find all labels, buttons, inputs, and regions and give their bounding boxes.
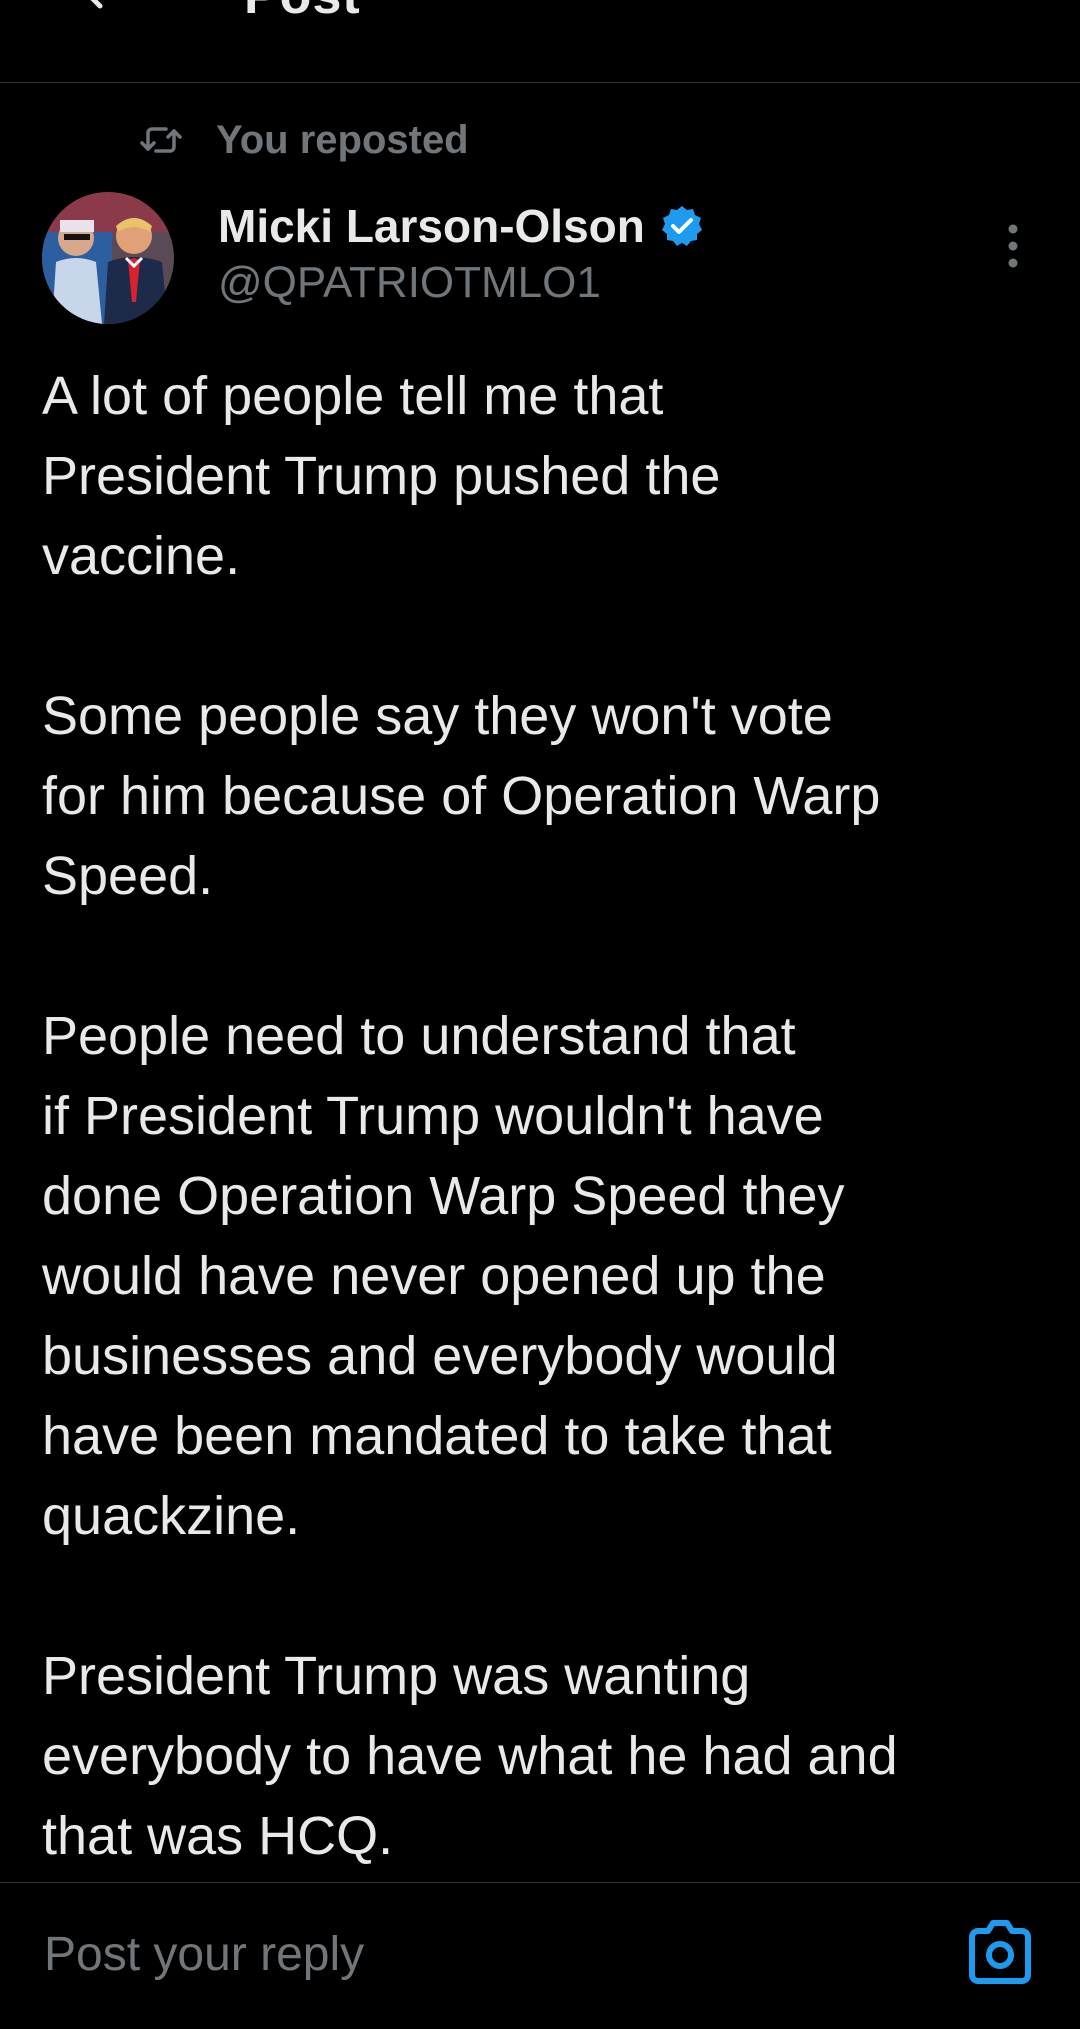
post-line: everybody to have what he had and (42, 1726, 898, 1786)
repost-icon (140, 119, 182, 161)
repost-label: You reposted (216, 117, 469, 162)
reply-input[interactable] (42, 1913, 906, 1995)
post-line: that was HCQ. (42, 1806, 394, 1866)
post-line: Some people say they won't vote (42, 686, 833, 746)
post-line: for him because of Operation Warp (42, 766, 881, 826)
camera-button[interactable] (964, 1917, 1036, 1989)
post-line: done Operation Warp Speed they (42, 1166, 845, 1226)
author-name-row[interactable]: Micki Larson-Olson (218, 196, 705, 256)
post-line: President Trump was wanting (42, 1646, 751, 1706)
more-vertical-icon (1008, 224, 1018, 268)
post-line: have been mandated to take that (42, 1406, 832, 1466)
author-handle[interactable]: @QPATRIOTMLO1 (218, 258, 601, 308)
page-title: Post (244, 0, 361, 22)
post-text: A lot of people tell me that President T… (42, 356, 1052, 1876)
post-line: President Trump pushed the (42, 446, 721, 506)
post-line: quackzine. (42, 1486, 301, 1546)
reply-bar (0, 1882, 1080, 2029)
post-line: People need to understand that (42, 1006, 796, 1066)
back-arrow-icon[interactable] (64, 0, 120, 16)
post-line: A lot of people tell me that (42, 366, 664, 426)
post-line: businesses and everybody would (42, 1326, 838, 1386)
post-line: would have never opened up the (42, 1246, 826, 1306)
verified-badge-icon (659, 203, 705, 249)
more-options-button[interactable] (990, 214, 1036, 278)
post-line: vaccine. (42, 526, 241, 586)
camera-icon (969, 1920, 1031, 1984)
post-line: if President Trump wouldn't have (42, 1086, 824, 1146)
avatar[interactable] (42, 192, 174, 324)
post-line: Speed. (42, 846, 214, 906)
author-display-name[interactable]: Micki Larson-Olson (218, 199, 645, 253)
repost-indicator: You reposted (140, 112, 469, 168)
top-bar: Post (0, 0, 1080, 83)
